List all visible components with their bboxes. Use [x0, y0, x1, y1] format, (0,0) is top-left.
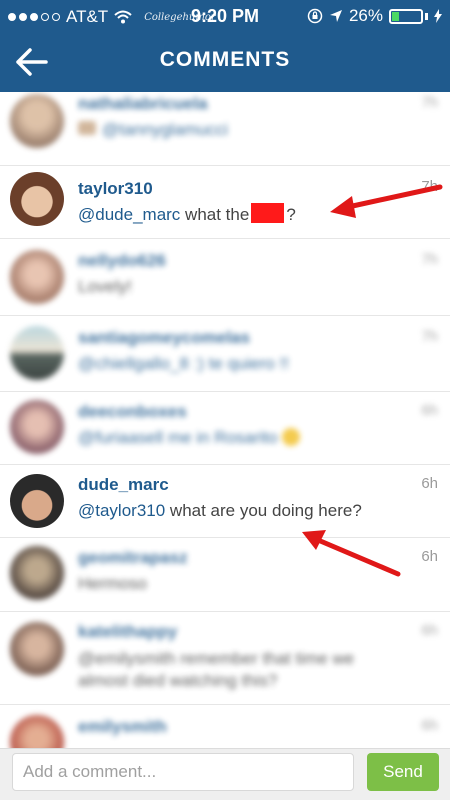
comment-time: 6h	[421, 717, 438, 734]
comment-text: @chiellgallo_8 :) te quiero !!	[78, 354, 289, 373]
comment-time: 7h	[421, 178, 438, 195]
comment-time: 7h	[421, 328, 438, 345]
status-bar: AT&T Collegehumor 9:20 PM 26%	[0, 0, 450, 32]
comment-time: 7h	[421, 251, 438, 268]
comment-time: 6h	[421, 402, 438, 419]
comment-row: nathaliabricuela @tannyglamucci 7h	[0, 92, 450, 166]
emoji-icon	[78, 121, 96, 135]
comment-username[interactable]: katelithappy	[78, 622, 177, 642]
comment-username[interactable]: geomitrapasz	[78, 548, 188, 568]
comment-username[interactable]: santiagomeycomelas	[78, 328, 250, 348]
battery-percent: 26%	[348, 6, 383, 25]
comment-row: taylor310 @dude_marc what the? 7h	[0, 165, 450, 239]
rotation-lock-icon	[307, 8, 323, 24]
comment-row: deeconboxes @furiaasell me in Rosarito 6…	[0, 392, 450, 465]
comment-row: geomitrapasz Hermoso 6h	[0, 538, 450, 612]
mention-link[interactable]: @taylor310	[78, 501, 165, 520]
comment-time: 7h	[421, 94, 438, 111]
mention-link[interactable]: @dude_marc	[78, 205, 180, 224]
page-title: COMMENTS	[159, 48, 291, 71]
smile-emoji-icon	[282, 428, 301, 446]
comment-text: @emilysmith remember that time we almost…	[78, 649, 355, 690]
charging-bolt-icon	[434, 9, 442, 23]
nav-bar: COMMENTS	[0, 32, 450, 92]
comment-text: Lovely!	[78, 277, 132, 296]
comment-input[interactable]	[12, 753, 354, 791]
location-arrow-icon	[329, 10, 342, 22]
comment-text: @tannyglamucci	[78, 120, 228, 140]
redaction-box	[251, 203, 285, 223]
battery-tip	[425, 12, 428, 20]
avatar[interactable]	[10, 546, 64, 600]
avatar[interactable]	[10, 400, 64, 454]
comment-time: 6h	[421, 548, 438, 565]
comment-text: Hermoso	[78, 574, 147, 593]
avatar[interactable]	[10, 622, 64, 676]
comments-list[interactable]: nathaliabricuela @tannyglamucci 7h taylo…	[0, 92, 450, 748]
comment-username[interactable]: dude_marc	[78, 475, 169, 495]
comment-username[interactable]: deeconboxes	[78, 402, 187, 422]
status-right: 26%	[307, 6, 442, 26]
comment-row: katelithappy @emilysmith remember that t…	[0, 612, 450, 705]
comment-username[interactable]: nellydo626	[78, 251, 166, 271]
comment-row: santiagomeycomelas @chiellgallo_8 :) te …	[0, 316, 450, 392]
comment-text: @taylor310 what are you doing here?	[78, 501, 362, 520]
avatar[interactable]	[10, 250, 64, 304]
avatar[interactable]	[10, 715, 64, 748]
comment-composer: Send	[0, 748, 450, 800]
comment-row: emilysmith 6h	[0, 705, 450, 748]
comment-row: dude_marc @taylor310 what are you doing …	[0, 465, 450, 538]
comment-time: 6h	[421, 475, 438, 492]
avatar[interactable]	[10, 172, 64, 226]
send-button[interactable]: Send	[367, 753, 439, 791]
comment-username[interactable]: nathaliabricuela	[78, 94, 207, 114]
comment-username[interactable]: emilysmith	[78, 717, 167, 737]
avatar[interactable]	[10, 94, 64, 148]
comment-text: @furiaasell me in Rosarito	[78, 428, 301, 448]
comment-text: @dude_marc what the?	[78, 203, 296, 224]
battery-icon	[389, 8, 423, 24]
avatar[interactable]	[10, 474, 64, 528]
avatar[interactable]	[10, 326, 64, 380]
comment-row: nellydo626 Lovely! 7h	[0, 239, 450, 316]
comment-time: 6h	[421, 622, 438, 639]
comment-username[interactable]: taylor310	[78, 179, 153, 199]
